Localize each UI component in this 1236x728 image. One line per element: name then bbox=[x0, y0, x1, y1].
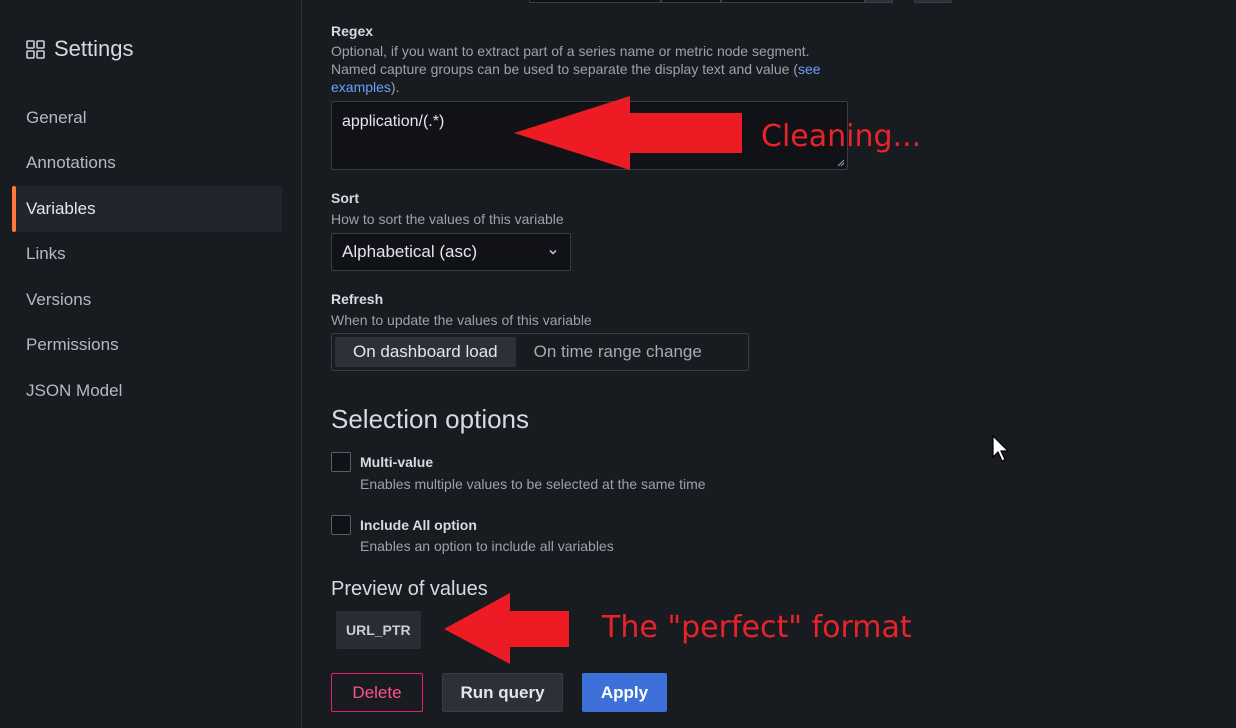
annotation-regex-note: Cleaning... bbox=[761, 119, 922, 154]
annotation-arrow-icon bbox=[514, 96, 742, 170]
annotation-arrow-icon bbox=[444, 593, 569, 664]
annotation-preview-note: The "perfect" format bbox=[602, 610, 912, 645]
mouse-cursor-icon bbox=[992, 435, 1010, 462]
